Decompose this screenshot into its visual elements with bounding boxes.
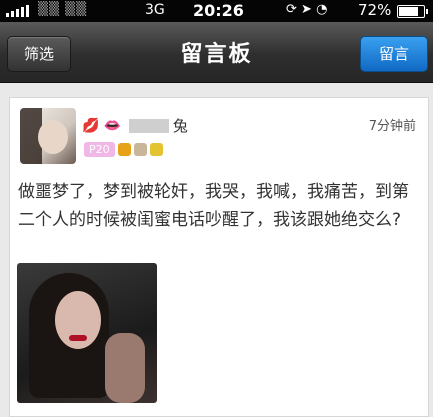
username[interactable]: 兔 bbox=[173, 115, 188, 136]
camera-icon bbox=[133, 143, 147, 156]
vip-icon bbox=[149, 143, 163, 156]
location-icon: ➤ bbox=[301, 2, 312, 17]
level-badge: P20 bbox=[84, 142, 115, 157]
user-badges: P20 bbox=[84, 142, 163, 157]
status-icons: ⟳ ➤ ◔ bbox=[286, 2, 327, 17]
avatar[interactable] bbox=[20, 108, 76, 164]
alarm-icon: ◔ bbox=[316, 2, 328, 17]
rotation-lock-icon: ⟳ bbox=[286, 2, 297, 17]
post-time: 7分钟前 bbox=[368, 119, 416, 134]
signal-strength-icon bbox=[6, 5, 29, 17]
network-type: 3G bbox=[145, 2, 165, 18]
status-bar: ▒▒ ▒▒ 3G 20:26 ⟳ ➤ ◔ 72% bbox=[0, 0, 433, 22]
lips-icon: 💋 bbox=[82, 117, 100, 134]
battery-icon bbox=[397, 5, 428, 18]
lips-icon: 👄 bbox=[103, 117, 121, 134]
message-card[interactable]: 💋 👄 兔 7分钟前 P20 做噩梦了，梦到被轮奸，我哭，我喊，我痛苦，到第二个… bbox=[9, 97, 429, 417]
post-message-button[interactable]: 留言 bbox=[360, 36, 428, 72]
post-photo[interactable] bbox=[17, 263, 157, 403]
username-row: 💋 👄 兔 bbox=[82, 115, 188, 136]
post-content: 做噩梦了，梦到被轮奸，我哭，我喊，我痛苦，到第二个人的时候被闺蜜电话吵醒了，我该… bbox=[18, 182, 409, 230]
navigation-bar: 筛选 留言板 留言 bbox=[0, 22, 433, 83]
carrier-name-blurred: ▒▒ ▒▒ bbox=[38, 2, 88, 17]
weibo-icon bbox=[117, 143, 131, 156]
status-time: 20:26 bbox=[193, 1, 244, 20]
username-blurred bbox=[128, 118, 169, 133]
battery-percentage: 72% bbox=[358, 1, 392, 19]
